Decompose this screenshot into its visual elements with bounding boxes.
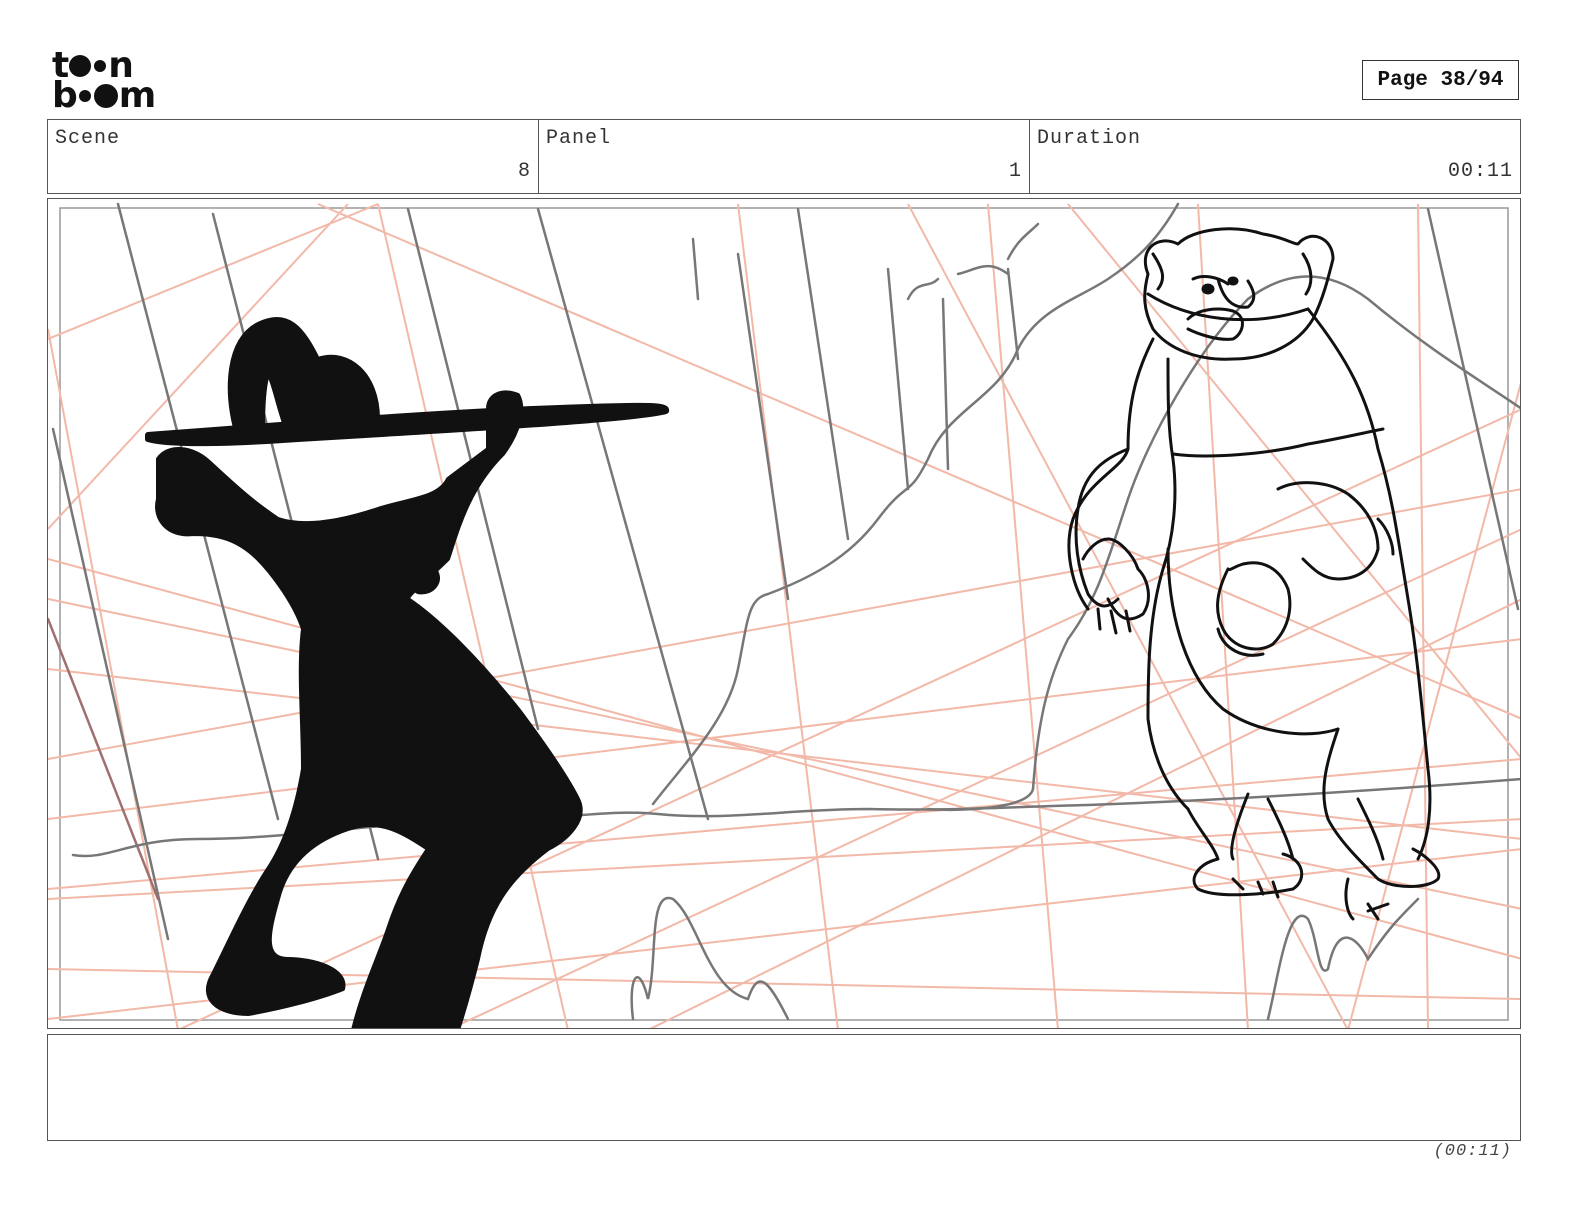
duration-cell: Duration 00:11 [1030, 120, 1520, 193]
scene-label: Scene [55, 127, 121, 150]
duration-label: Duration [1037, 127, 1142, 150]
footer-duration: (00:11) [1433, 1142, 1512, 1161]
logo-dot [94, 60, 107, 72]
bear-sketch [1067, 227, 1441, 921]
toonboom-logo: t n b m [52, 48, 164, 116]
logo-dot [78, 90, 91, 102]
caption-area [47, 1034, 1521, 1141]
page-number: Page 38/94 [1362, 60, 1519, 100]
panel-label: Panel [546, 127, 612, 150]
logo-dot [69, 55, 92, 77]
storyboard-sketch [48, 202, 1520, 1028]
logo-letter-b: b [52, 75, 78, 116]
logo-letter-m: m [118, 75, 157, 116]
panel-value: 1 [1008, 160, 1022, 183]
panel-info-header: Scene 8 Panel 1 Duration 00:11 [47, 119, 1521, 194]
duration-value: 00:11 [1447, 160, 1513, 183]
scene-cell: Scene 8 [48, 120, 539, 193]
logo-dot [93, 84, 118, 108]
hunter-silhouette [145, 317, 670, 1028]
storyboard-panel-image [47, 198, 1521, 1029]
scene-value: 8 [517, 160, 531, 183]
panel-cell: Panel 1 [539, 120, 1030, 193]
logo-row-bottom: b m [52, 75, 157, 116]
